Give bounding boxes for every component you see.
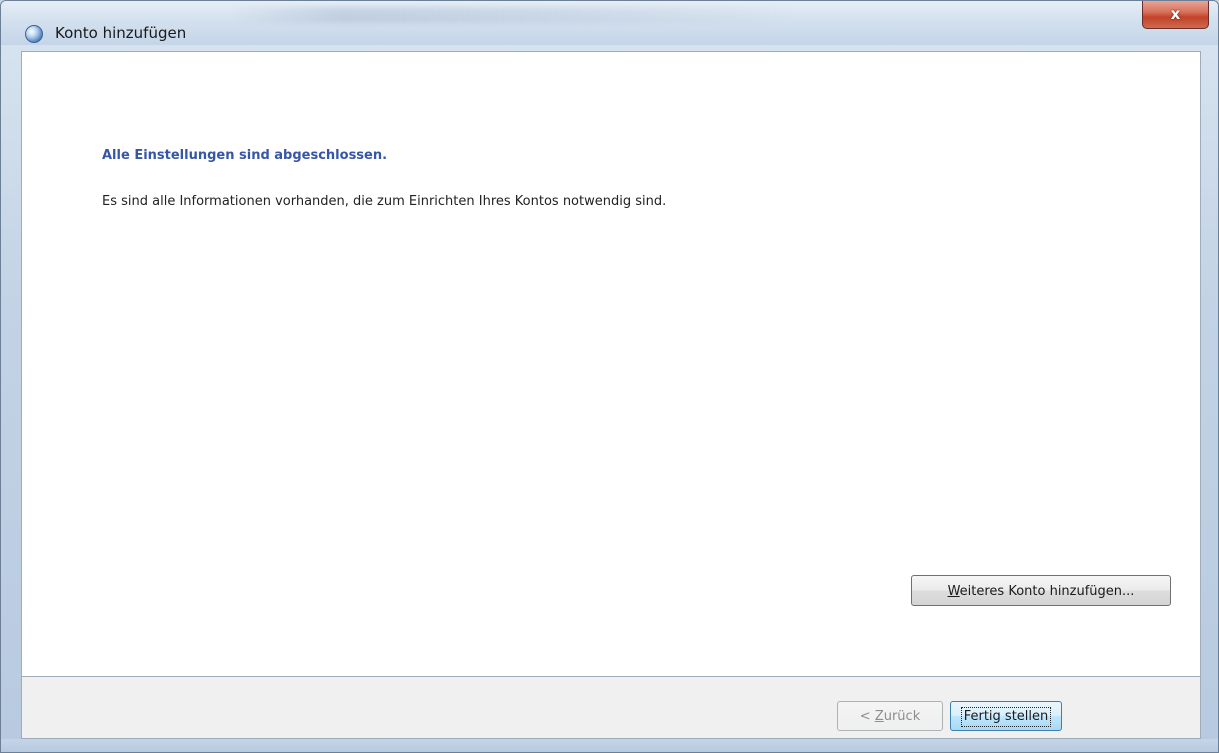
add-another-account-button[interactable]: Weiteres Konto hinzufügen... bbox=[911, 575, 1171, 606]
finish-button[interactable]: Fertig stellen bbox=[950, 701, 1062, 731]
title-bar[interactable]: Konto hinzufügen x bbox=[1, 1, 1218, 45]
back-button[interactable]: < Zurück bbox=[837, 701, 943, 731]
add-account-mnemonic: W bbox=[947, 584, 960, 599]
window-bottom-border bbox=[1, 739, 1218, 752]
dialog-footer: < Zurück Fertig stellen bbox=[21, 676, 1201, 739]
back-mnemonic: Z bbox=[874, 709, 884, 724]
completion-heading: Alle Einstellungen sind abgeschlossen. bbox=[102, 148, 388, 163]
outlook-globe-icon bbox=[25, 25, 43, 43]
add-account-dialog: Konto hinzufügen x Alle Einstellungen si… bbox=[0, 0, 1219, 753]
title-bar-background-blur bbox=[231, 7, 791, 23]
close-icon: x bbox=[1170, 5, 1181, 23]
add-account-label: eiteres Konto hinzufügen... bbox=[959, 584, 1135, 599]
finish-label: Fertig stellen bbox=[960, 707, 1052, 727]
window-title: Konto hinzufügen bbox=[55, 24, 187, 42]
back-prefix: < bbox=[859, 709, 875, 724]
close-button[interactable]: x bbox=[1142, 1, 1209, 29]
dialog-content: Alle Einstellungen sind abgeschlossen. E… bbox=[21, 51, 1201, 676]
back-label: urück bbox=[883, 709, 921, 724]
completion-info-text: Es sind alle Informationen vorhanden, di… bbox=[102, 194, 667, 209]
